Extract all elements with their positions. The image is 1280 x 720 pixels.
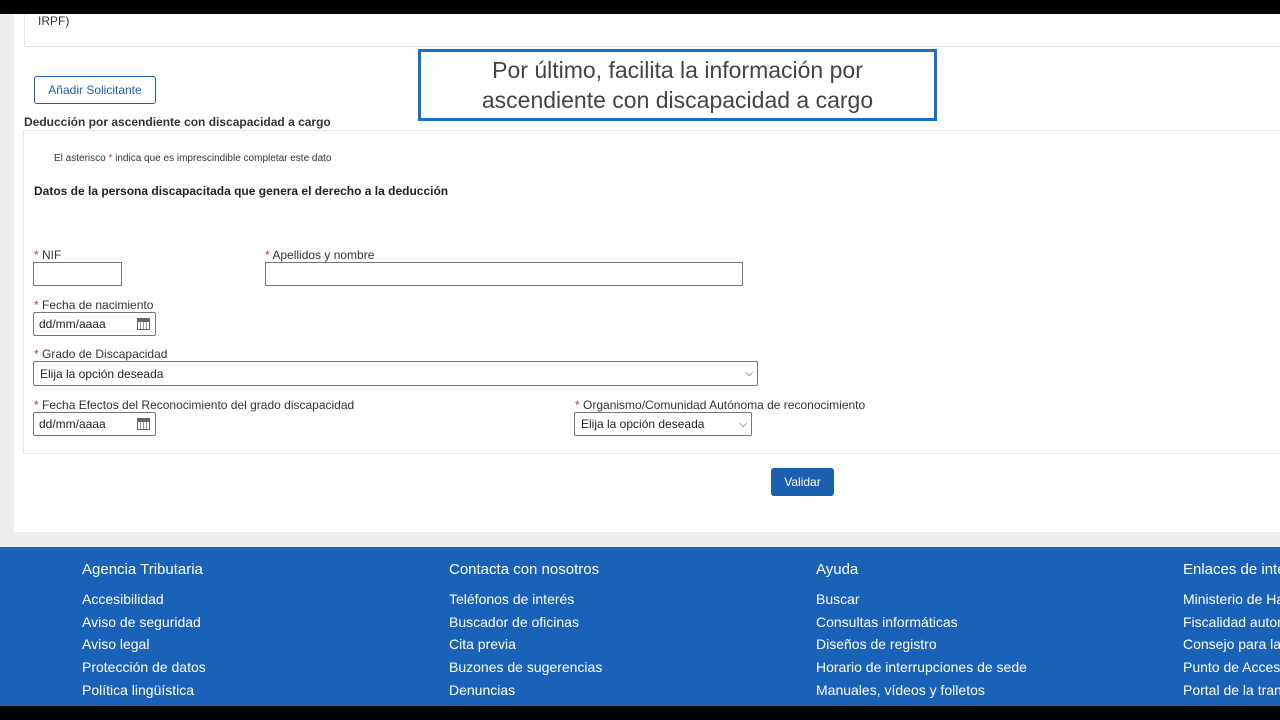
- organism-label-text: Organismo/Comunidad Autónoma de reconoci…: [583, 398, 866, 412]
- footer-link[interactable]: Punto de Acceso: [1183, 659, 1280, 682]
- required-note-suffix: indica que es imprescindible completar e…: [112, 153, 332, 164]
- organism-selected: Elija la opción deseada: [581, 417, 705, 431]
- instruction-line-1: Por último, facilita la información por: [492, 57, 863, 83]
- site-footer: Agencia Tributaria Accesibilidad Aviso d…: [0, 547, 1280, 706]
- required-mark: *: [575, 398, 580, 412]
- footer-column-title: Enlaces de inte: [1183, 561, 1280, 578]
- footer-link[interactable]: Horario de interrupciones de sede: [816, 659, 1027, 682]
- effects-date-label-text: Fecha Efectos del Reconocimiento del gra…: [42, 398, 355, 412]
- birth-date-label-text: Fecha de nacimiento: [42, 298, 154, 312]
- instruction-line-2: ascendiente con discapacidad a cargo: [481, 87, 874, 113]
- footer-link[interactable]: Consultas informáticas: [816, 614, 1027, 637]
- section-title: Deducción por ascendiente con discapacid…: [24, 115, 331, 129]
- validate-button[interactable]: Validar: [771, 468, 834, 496]
- footer-link[interactable]: Aviso de seguridad: [82, 614, 206, 637]
- required-mark: *: [34, 248, 39, 262]
- footer-link[interactable]: Diseños de registro: [816, 636, 1027, 659]
- letterbox-bottom: [0, 706, 1280, 720]
- nif-input[interactable]: [33, 262, 122, 286]
- required-note-prefix: El asterisco: [54, 153, 109, 164]
- footer-link[interactable]: Denuncias: [449, 682, 602, 705]
- required-mark: *: [34, 398, 39, 412]
- footer-link[interactable]: Accesibilidad: [82, 591, 206, 614]
- disability-grade-selected: Elija la opción deseada: [40, 366, 164, 381]
- footer-link[interactable]: Manuales, vídeos y folletos: [816, 682, 1027, 705]
- previous-section-text: IRPF): [38, 14, 70, 28]
- disability-grade-label: * Grado de Discapacidad: [34, 347, 167, 361]
- footer-column-title: Contacta con nosotros: [449, 561, 600, 578]
- chevron-down-icon: ⌵: [739, 418, 747, 430]
- effects-date-placeholder: dd/mm/aaaa: [39, 417, 106, 431]
- name-label-text: Apellidos y nombre: [272, 248, 375, 262]
- nif-label: * NIF: [34, 248, 61, 262]
- footer-column-contact: Contacta con nosotros Teléfonos de inter…: [449, 561, 602, 704]
- footer-column-agency: Agencia Tributaria Accesibilidad Aviso d…: [82, 561, 206, 704]
- footer-link[interactable]: Ministerio de Ha: [1183, 591, 1280, 614]
- footer-link[interactable]: Buscar: [816, 591, 1027, 614]
- disability-grade-label-text: Grado de Discapacidad: [42, 347, 168, 361]
- birth-date-label: * Fecha de nacimiento: [34, 298, 153, 312]
- footer-link[interactable]: Consejo para la: [1183, 636, 1280, 659]
- footer-column-title: Ayuda: [816, 561, 859, 578]
- name-label: * Apellidos y nombre: [265, 248, 374, 262]
- footer-link[interactable]: Buzones de sugerencias: [449, 659, 602, 682]
- footer-column-links: Enlaces de inte Ministerio de Ha Fiscali…: [1183, 561, 1280, 704]
- instruction-callout: Por último, facilita la información por …: [418, 49, 937, 121]
- name-input[interactable]: [265, 262, 743, 286]
- effects-date-input[interactable]: dd/mm/aaaa: [33, 412, 156, 436]
- calendar-icon[interactable]: [137, 418, 150, 430]
- required-mark: *: [34, 347, 39, 361]
- birth-date-placeholder: dd/mm/aaaa: [39, 317, 106, 331]
- nif-label-text: NIF: [42, 248, 62, 262]
- required-mark: *: [34, 298, 39, 312]
- letterbox-top: [0, 0, 1280, 14]
- calendar-icon[interactable]: [137, 318, 150, 330]
- footer-link[interactable]: Buscador de oficinas: [449, 614, 602, 637]
- required-note: El asterisco * indica que es imprescindi…: [54, 153, 331, 164]
- footer-link[interactable]: Fiscalidad auton: [1183, 614, 1280, 637]
- footer-link[interactable]: Política lingüística: [82, 682, 206, 705]
- footer-link[interactable]: Teléfonos de interés: [449, 591, 602, 614]
- form-subtitle: Datos de la persona discapacitada que ge…: [34, 184, 449, 198]
- add-applicant-button[interactable]: Añadir Solicitante: [34, 76, 156, 104]
- organism-select[interactable]: Elija la opción deseada ⌵: [574, 412, 752, 436]
- required-mark: *: [265, 248, 270, 262]
- previous-section-box: [24, 14, 1280, 47]
- disability-grade-select[interactable]: Elija la opción deseada ⌵: [33, 361, 758, 386]
- footer-link[interactable]: Protección de datos: [82, 659, 206, 682]
- footer-link[interactable]: Cita previa: [449, 636, 602, 659]
- footer-column-title: Agencia Tributaria: [82, 561, 203, 578]
- birth-date-input[interactable]: dd/mm/aaaa: [33, 312, 156, 336]
- chevron-down-icon: ⌵: [745, 368, 753, 379]
- organism-label: * Organismo/Comunidad Autónoma de recono…: [575, 398, 865, 412]
- footer-link[interactable]: Aviso legal: [82, 636, 206, 659]
- footer-link[interactable]: Portal de la tran: [1183, 682, 1280, 705]
- effects-date-label: * Fecha Efectos del Reconocimiento del g…: [34, 398, 354, 412]
- footer-column-help: Ayuda Buscar Consultas informáticas Dise…: [816, 561, 1027, 704]
